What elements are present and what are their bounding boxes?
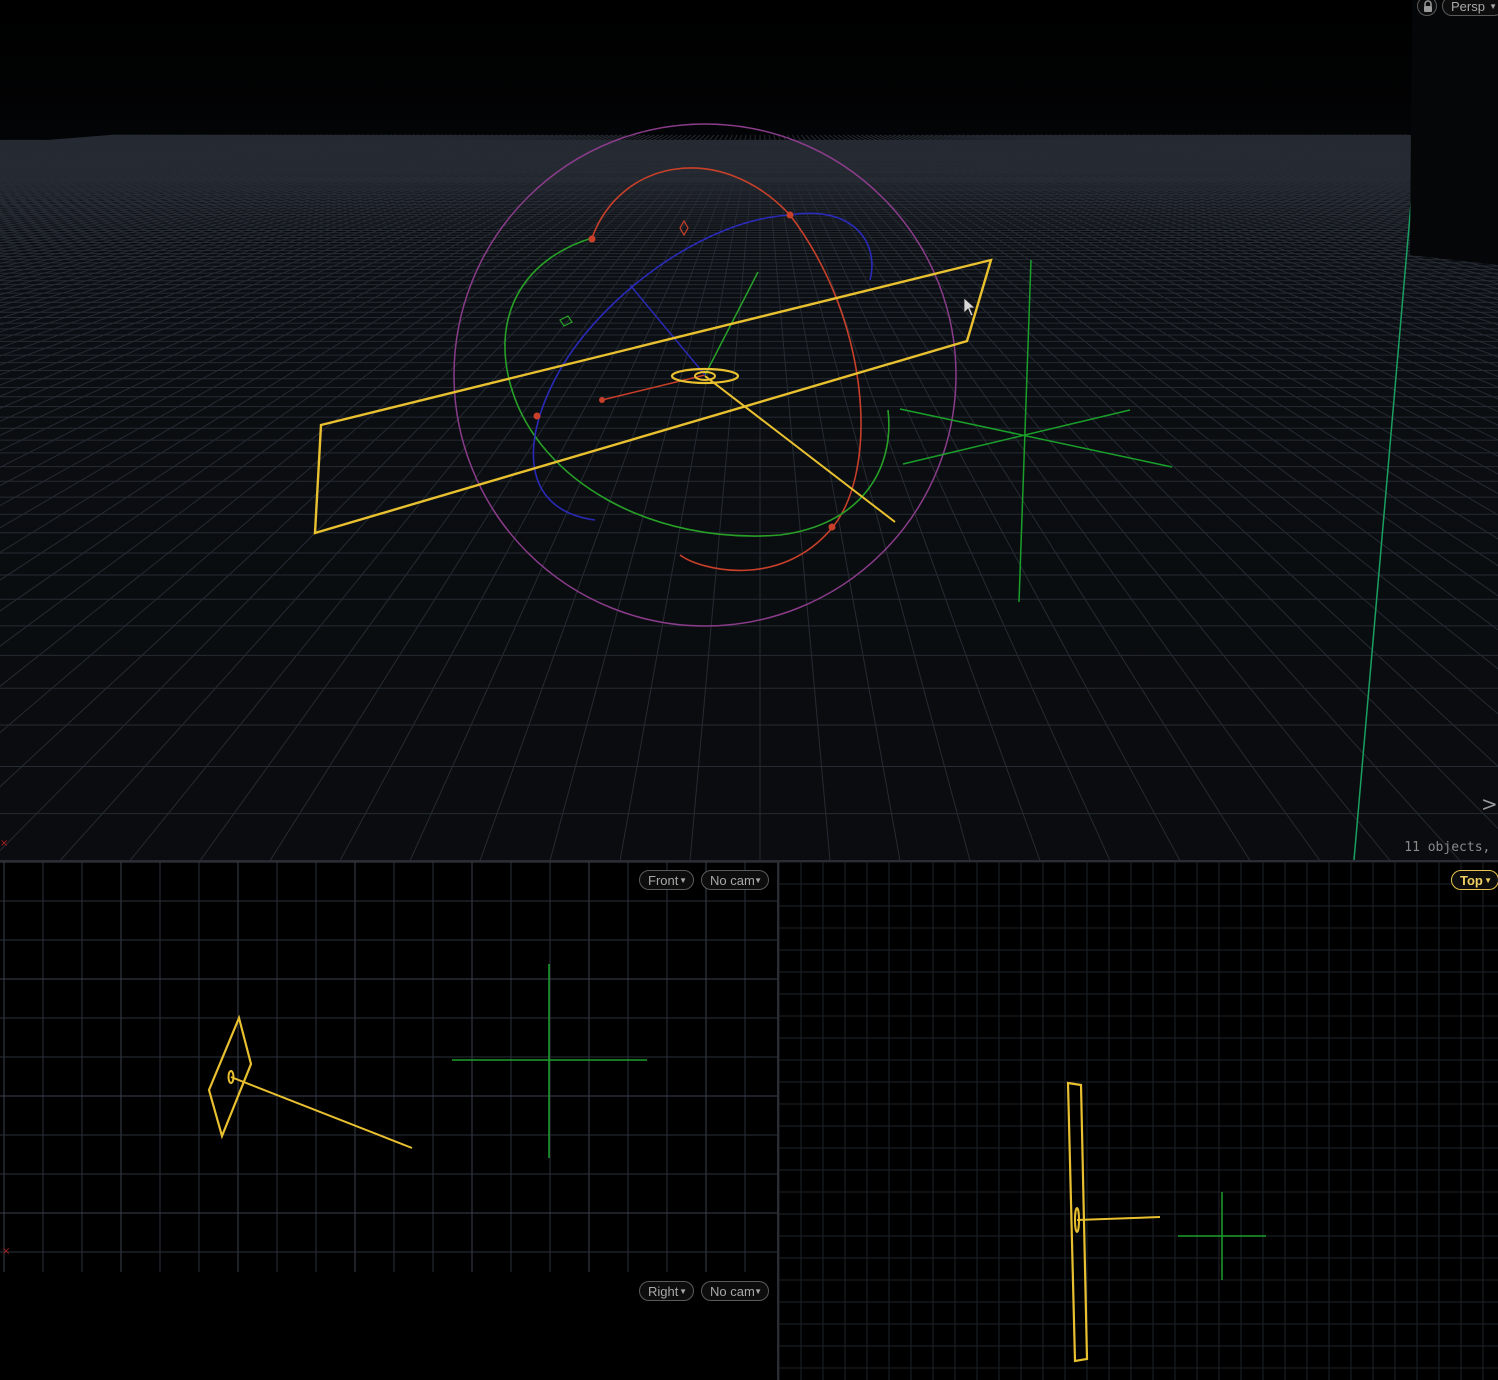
camera-menu-right[interactable]: No cam ▼ bbox=[701, 1281, 769, 1301]
view-label-right: Right bbox=[648, 1284, 679, 1299]
top-viewport[interactable]: Top ▼ bbox=[779, 862, 1498, 1380]
gizmo-handle[interactable] bbox=[786, 211, 794, 219]
perspective-grid bbox=[0, 134, 1498, 860]
view-label-front: Front bbox=[648, 873, 679, 888]
background-object bbox=[1410, 0, 1498, 265]
chevron-down-icon: ▼ bbox=[754, 1287, 762, 1296]
top-scene[interactable] bbox=[779, 862, 1498, 1380]
expand-arrow[interactable]: > bbox=[1481, 792, 1498, 816]
view-menu-front[interactable]: Front ▼ bbox=[639, 870, 694, 890]
null-object-axis[interactable] bbox=[902, 409, 1131, 465]
camera-label-right: No cam bbox=[710, 1284, 755, 1299]
camera-menu-front[interactable]: No cam ▼ bbox=[701, 870, 769, 890]
view-label-top: Top bbox=[1460, 873, 1483, 888]
gizmo-handle[interactable] bbox=[533, 412, 541, 420]
front-viewport[interactable]: × Front ▼ No cam ▼ bbox=[0, 862, 777, 1272]
view-menu-top[interactable]: Top ▼ bbox=[1451, 870, 1498, 890]
front-scene[interactable]: × bbox=[0, 862, 777, 1272]
top-grid bbox=[779, 862, 1498, 1380]
chevron-down-icon: ▼ bbox=[1489, 2, 1497, 11]
chevron-down-icon: ▼ bbox=[679, 876, 687, 885]
lock-glyph bbox=[1424, 0, 1432, 12]
origin-x-icon: × bbox=[0, 838, 8, 849]
null-object-axis[interactable] bbox=[1018, 259, 1032, 603]
selected-plane[interactable] bbox=[1066, 1081, 1089, 1363]
perspective-scene[interactable]: × bbox=[0, 0, 1498, 860]
selected-plane[interactable] bbox=[207, 1014, 253, 1140]
view-label-persp: Persp bbox=[1451, 0, 1485, 14]
chevron-down-icon: ▼ bbox=[679, 1287, 687, 1296]
selected-stem[interactable] bbox=[1076, 1216, 1161, 1221]
view-menu-persp[interactable]: Persp ▼ bbox=[1442, 0, 1498, 16]
perspective-viewport[interactable]: × Persp ▼ > 11 objects, 1 bbox=[0, 0, 1498, 860]
front-grid bbox=[0, 862, 777, 1272]
right-viewport[interactable]: Right ▼ No cam ▼ bbox=[0, 1272, 777, 1380]
null-object-axis[interactable] bbox=[899, 408, 1173, 468]
origin-x-icon: × bbox=[2, 1246, 10, 1257]
mouse-pointer-icon bbox=[963, 297, 977, 317]
gizmo-handle[interactable] bbox=[588, 235, 596, 243]
selected-stem[interactable] bbox=[704, 375, 896, 523]
view-menu-right[interactable]: Right ▼ bbox=[639, 1281, 694, 1301]
object-count-status: 11 objects, 1 bbox=[1404, 840, 1498, 855]
camera-label-front: No cam bbox=[710, 873, 755, 888]
selected-stem[interactable] bbox=[230, 1076, 413, 1149]
gizmo-handle[interactable] bbox=[828, 523, 836, 531]
chevron-down-icon: ▼ bbox=[754, 876, 762, 885]
chevron-down-icon: ▼ bbox=[1484, 876, 1492, 885]
